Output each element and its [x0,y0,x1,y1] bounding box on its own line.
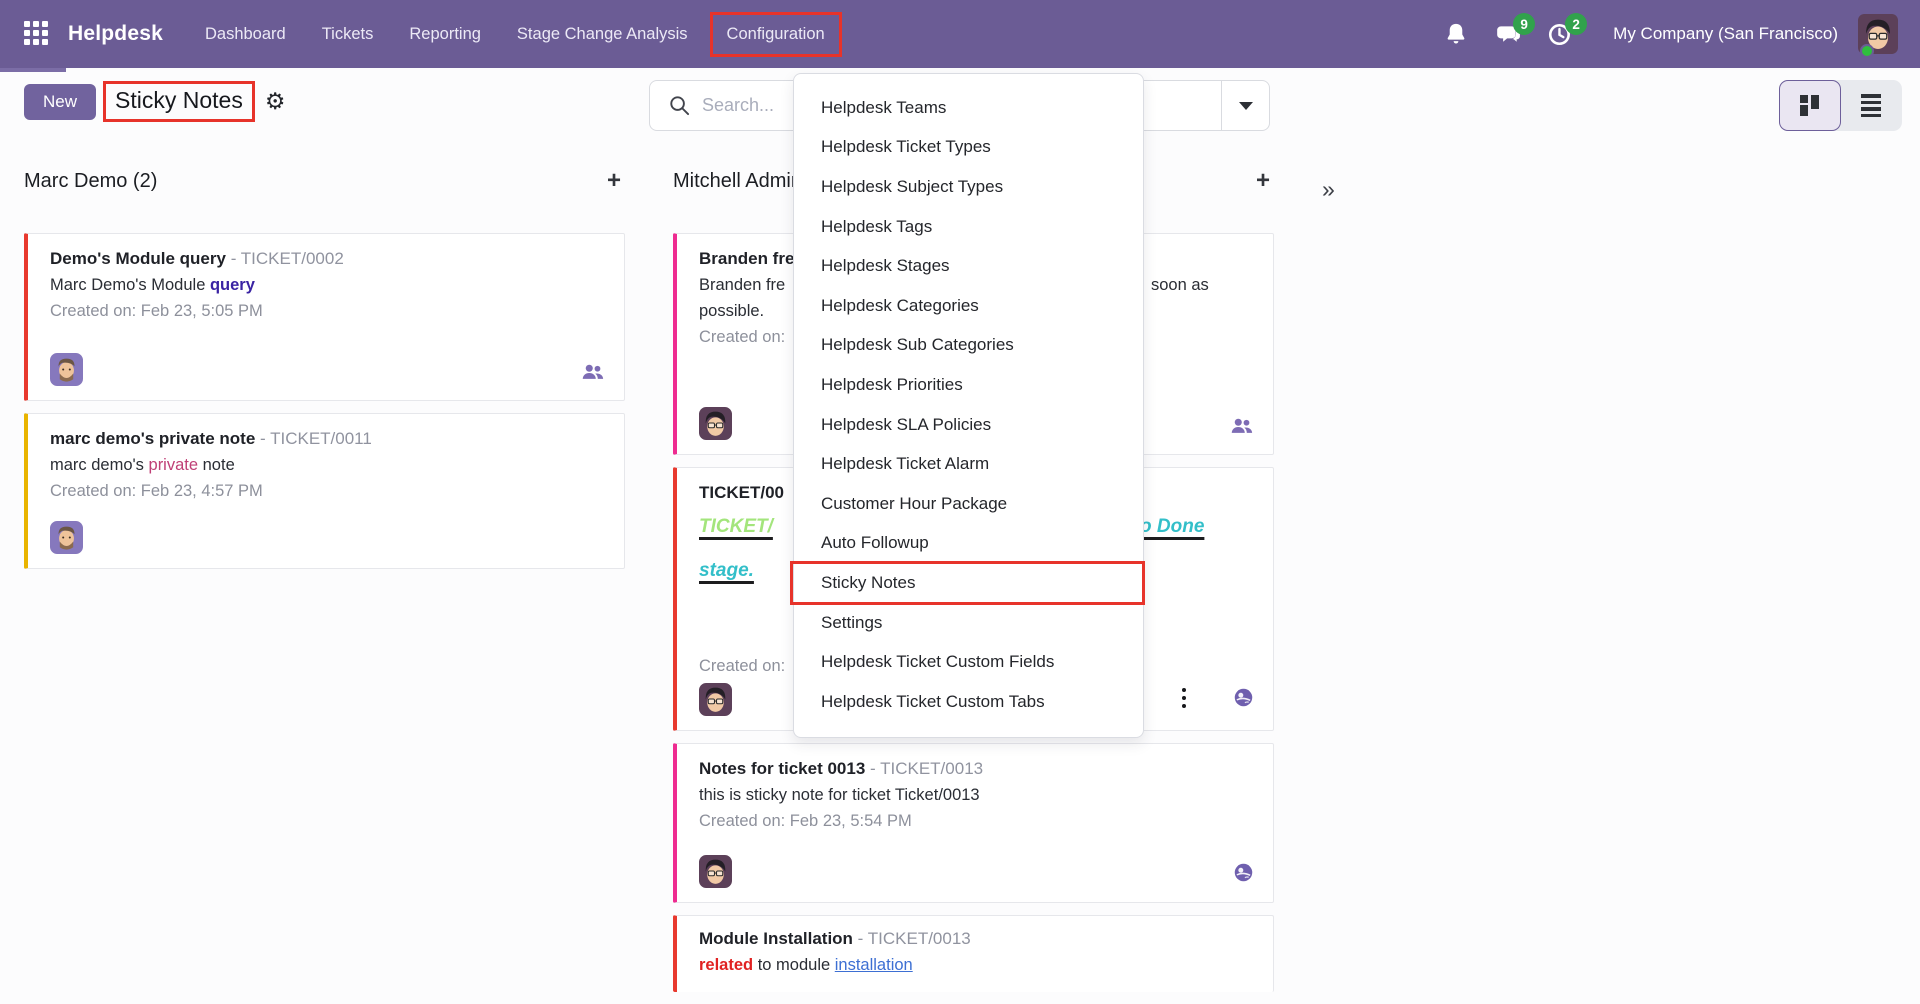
menu-item-helpdesk-ticket-custom-tabs[interactable]: Helpdesk Ticket Custom Tabs [794,682,1143,722]
clock-icon [1547,34,1573,51]
page-title: Sticky Notes [115,87,243,113]
ticket-ref: TICKET/0013 [880,759,983,778]
kanban-view-icon [1800,95,1819,116]
people-group-icon[interactable] [582,364,604,380]
ticket-ref: TICKET/0002 [241,249,344,268]
card-link-text[interactable]: stage. [699,560,754,581]
systray: 9 2 My Company (San Francisco) [1417,14,1898,54]
column-title: Marc Demo (2) [24,170,157,193]
avatar[interactable] [50,353,83,386]
new-button[interactable]: New [24,84,96,120]
kanban-view-button[interactable] [1779,80,1841,131]
menu-item-helpdesk-tags[interactable]: Helpdesk Tags [794,207,1143,247]
created-on: Created on: Feb 23, 5:05 PM [50,298,604,324]
card-title: Module Installation [699,929,853,948]
card-title: TICKET/00 [699,483,784,502]
caret-down-icon [1239,102,1253,110]
menu-reporting[interactable]: Reporting [409,25,481,44]
menu-item-auto-followup[interactable]: Auto Followup [794,524,1143,564]
people-group-icon[interactable] [1231,418,1253,434]
list-view-button[interactable] [1841,80,1902,131]
menu-configuration[interactable]: Configuration [710,12,842,57]
sticky-note-card[interactable]: Notes for ticket 0013 - TICKET/0013 this… [673,743,1274,903]
search-options-toggle[interactable] [1222,81,1269,130]
app-title[interactable]: Helpdesk [68,22,163,46]
bell-icon [1443,34,1469,51]
card-title: Notes for ticket 0013 [699,759,865,778]
sticky-note-card[interactable]: Demo's Module query - TICKET/0002 Marc D… [24,233,625,401]
created-on: Created on: Feb 23, 5:54 PM [699,808,1253,834]
kanban-column-marc-demo: Marc Demo (2) + Demo's Module query - TI… [24,162,625,581]
menu-item-helpdesk-ticket-alarm[interactable]: Helpdesk Ticket Alarm [794,444,1143,484]
menu-item-helpdesk-categories[interactable]: Helpdesk Categories [794,286,1143,326]
configuration-dropdown: Helpdesk Teams Helpdesk Ticket Types Hel… [793,73,1144,738]
card-title: Branden fre [699,249,794,268]
highlighted-word: private [149,456,199,474]
module-link[interactable]: installation [835,956,913,974]
menu-item-helpdesk-sub-categories[interactable]: Helpdesk Sub Categories [794,326,1143,366]
page-title-annotation-box: Sticky Notes [103,81,255,122]
view-switcher [1779,80,1902,131]
notifications-button[interactable] [1443,21,1469,47]
card-link-text[interactable]: o Done [1140,512,1204,542]
menu-item-helpdesk-ticket-types[interactable]: Helpdesk Ticket Types [794,128,1143,168]
company-switcher[interactable]: My Company (San Francisco) [1613,24,1838,44]
menu-item-helpdesk-stages[interactable]: Helpdesk Stages [794,246,1143,286]
avatar[interactable] [50,521,83,554]
menu-item-helpdesk-subject-types[interactable]: Helpdesk Subject Types [794,167,1143,207]
plus-icon[interactable]: + [607,169,621,193]
kebab-menu-icon[interactable] [1180,686,1189,711]
menu-item-customer-hour-package[interactable]: Customer Hour Package [794,484,1143,524]
messages-badge: 9 [1513,13,1535,35]
menu-tickets[interactable]: Tickets [322,25,374,44]
avatar[interactable] [699,683,732,716]
activities-badge: 2 [1565,13,1587,35]
menu-stage-change-analysis[interactable]: Stage Change Analysis [517,25,688,44]
main-menu: Dashboard Tickets Reporting Stage Change… [205,12,842,57]
avatar[interactable] [699,407,732,440]
globe-icon[interactable] [1234,688,1253,707]
menu-item-helpdesk-ticket-custom-fields[interactable]: Helpdesk Ticket Custom Fields [794,642,1143,682]
highlighted-word: related [699,956,753,974]
sticky-note-card[interactable]: marc demo's private note - TICKET/0011 m… [24,413,625,569]
avatar[interactable] [699,855,732,888]
menu-item-helpdesk-sla-policies[interactable]: Helpdesk SLA Policies [794,405,1143,445]
apps-grid-icon[interactable] [24,21,50,47]
created-on: Created on: Feb 23, 4:57 PM [50,478,604,504]
card-link-text[interactable]: TICKET/ [699,516,773,537]
menu-item-helpdesk-teams[interactable]: Helpdesk Teams [794,88,1143,128]
more-columns-chevron[interactable]: » [1322,176,1335,203]
user-avatar[interactable] [1858,14,1898,54]
activities-button[interactable]: 2 [1547,21,1573,47]
ticket-ref: TICKET/0013 [868,929,971,948]
plus-icon[interactable]: + [1256,169,1270,193]
search-icon [669,95,690,116]
column-title: Mitchell Admin [673,170,802,193]
card-title: Demo's Module query [50,249,226,268]
card-title: marc demo's private note [50,429,255,448]
navbar-accent-strip [0,68,66,72]
globe-icon[interactable] [1234,863,1253,882]
messages-button[interactable]: 9 [1495,21,1521,47]
sticky-note-card[interactable]: Module Installation - TICKET/0013 relate… [673,915,1274,992]
gear-icon[interactable]: ⚙ [265,90,286,113]
menu-dashboard[interactable]: Dashboard [205,25,286,44]
online-status-dot [1860,44,1874,58]
highlighted-word: query [210,276,255,294]
top-navbar: Helpdesk Dashboard Tickets Reporting Sta… [0,0,1920,68]
menu-item-settings[interactable]: Settings [794,603,1143,643]
menu-item-sticky-notes[interactable]: Sticky Notes [794,563,1143,603]
menu-item-helpdesk-priorities[interactable]: Helpdesk Priorities [794,365,1143,405]
chat-bubbles-icon [1495,34,1521,51]
list-view-icon [1861,94,1881,117]
ticket-ref: TICKET/0011 [270,429,372,448]
